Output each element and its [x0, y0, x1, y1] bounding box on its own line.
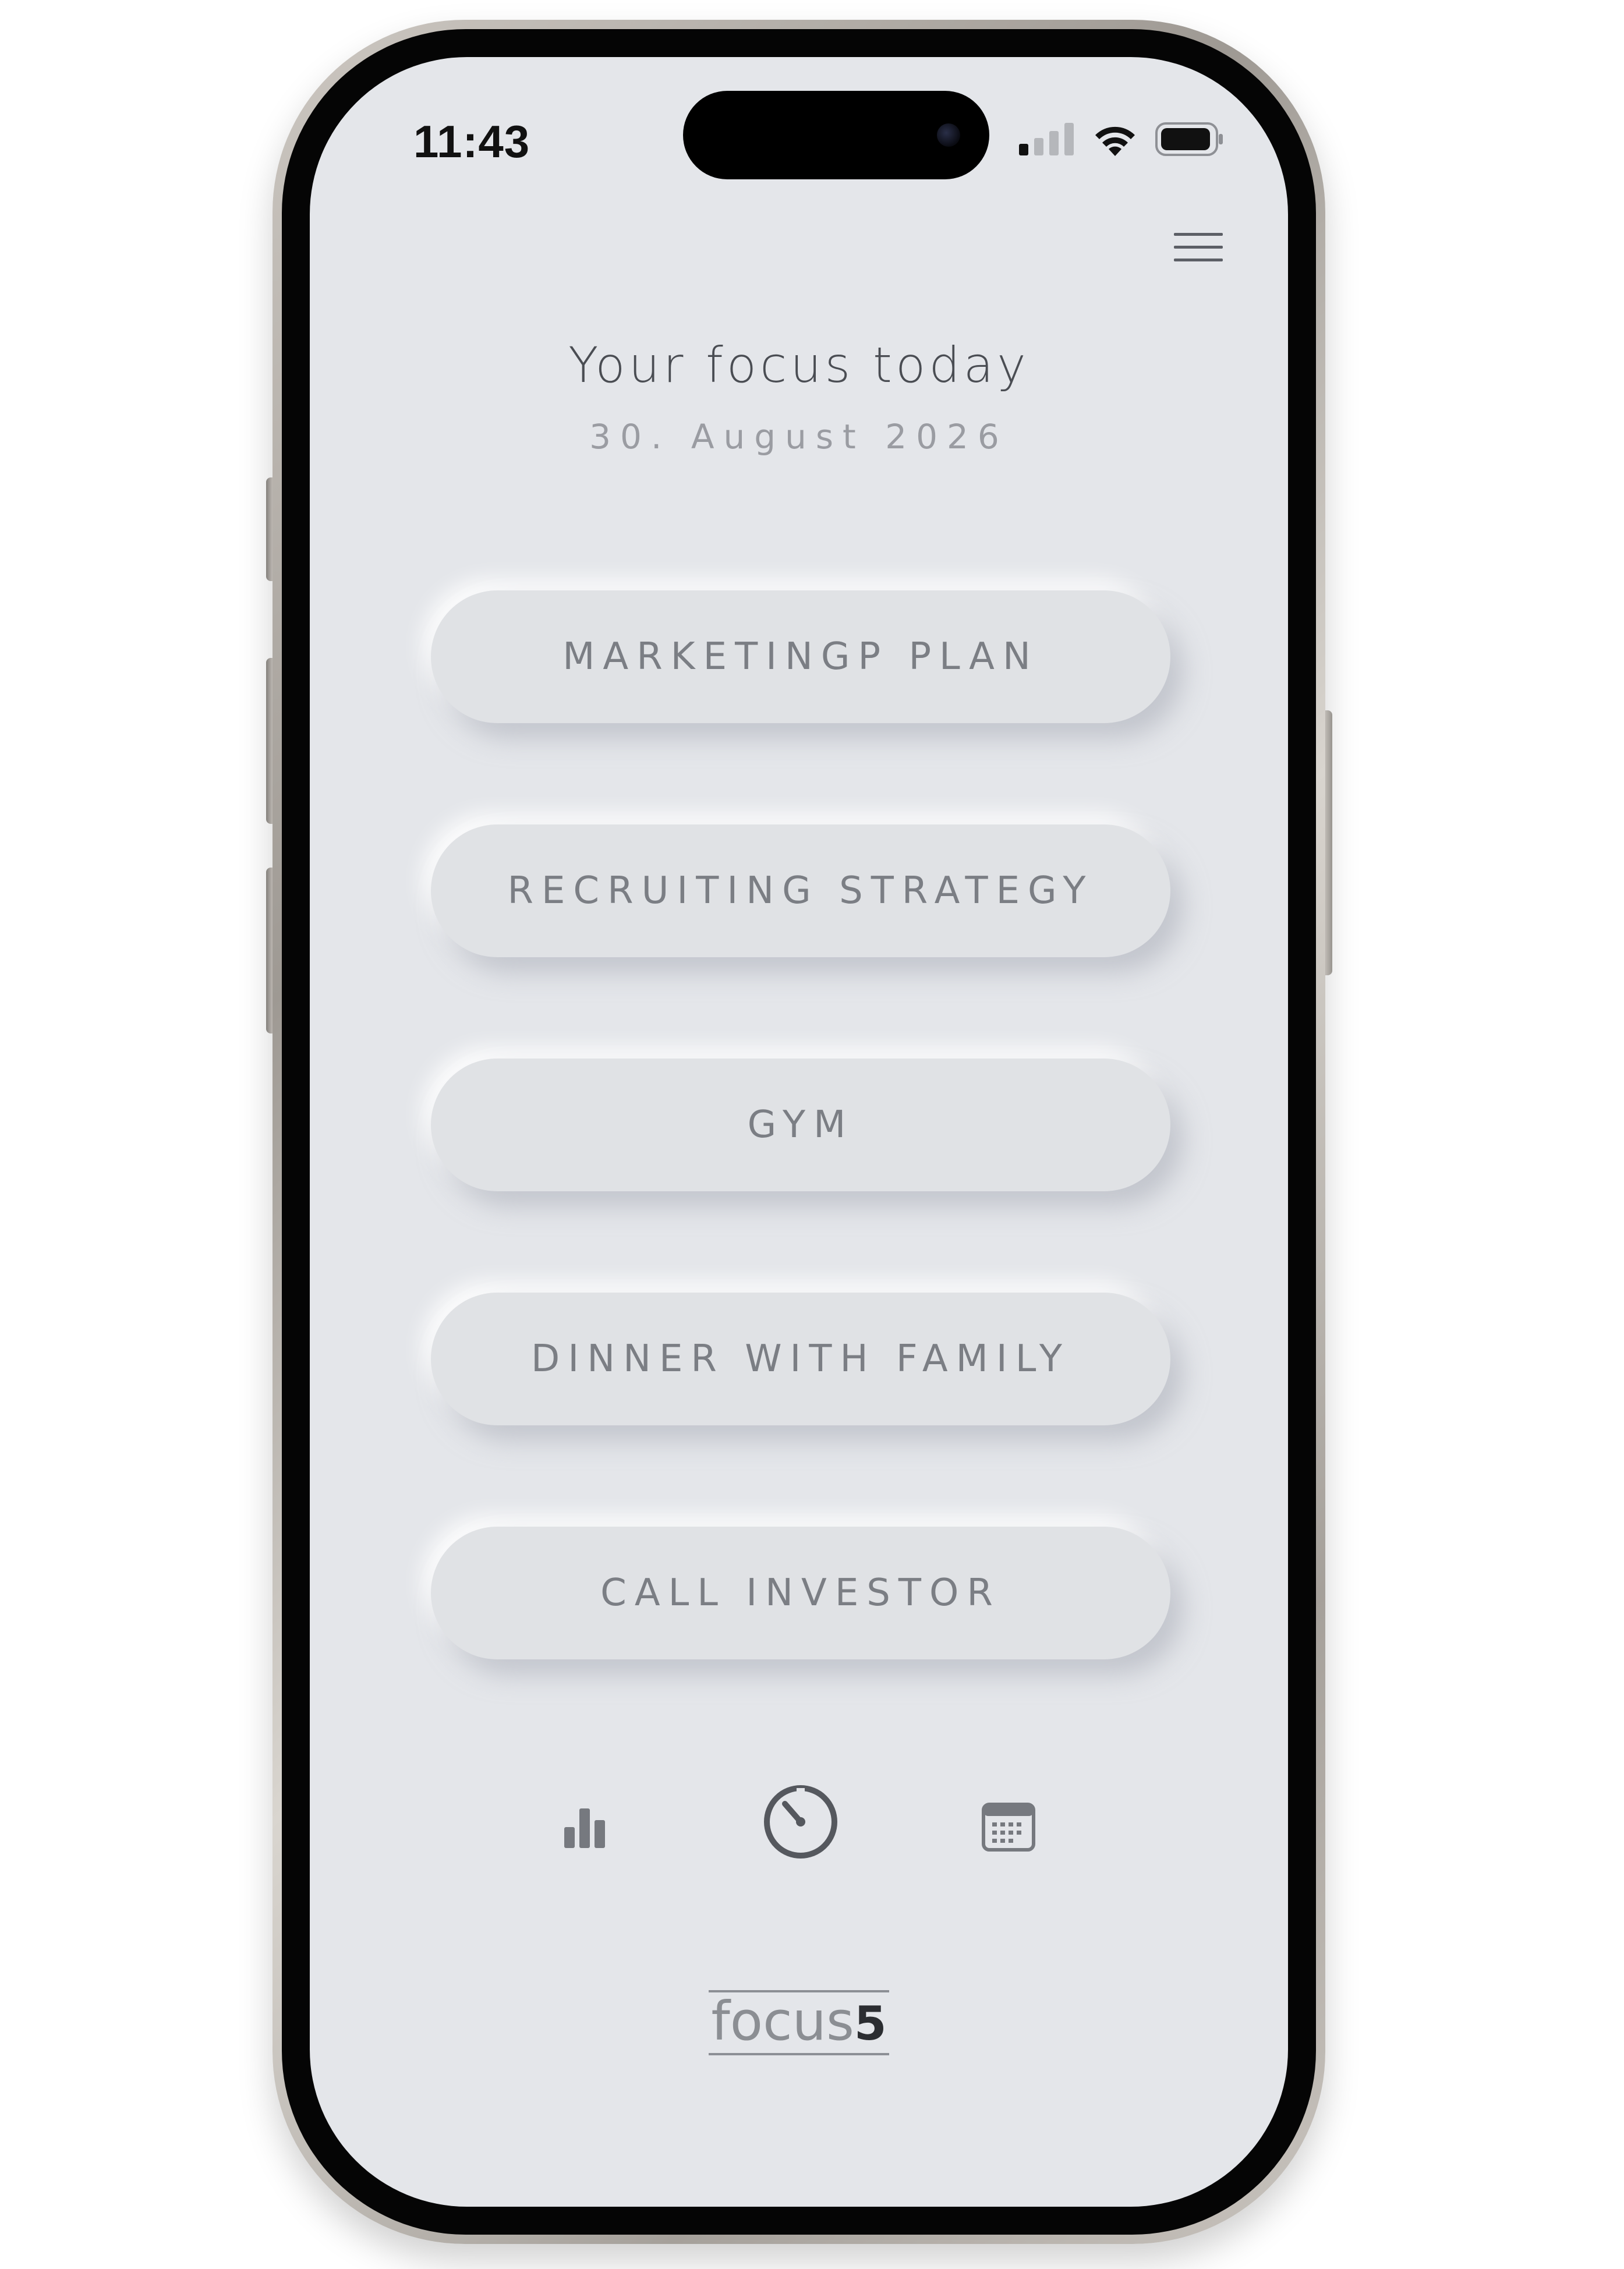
focus-item-label: DINNER WITH FAMILY	[531, 1337, 1070, 1380]
focus-item-5[interactable]: CALL INVESTOR	[431, 1527, 1170, 1659]
signal-icon	[1019, 123, 1074, 155]
focus-item-label: MARKETINGP PLAN	[562, 635, 1039, 678]
bar-chart-icon[interactable]	[562, 1804, 608, 1850]
wifi-icon	[1095, 126, 1135, 156]
logo-frame: focus5	[709, 1990, 889, 2055]
focus-item-label: RECRUITING STRATEGY	[507, 869, 1094, 912]
app-screen: 11:43 Your focus today 30. August 2026 M…	[310, 57, 1288, 2207]
logo-number: 5	[854, 1997, 887, 2051]
status-time: 11:43	[413, 116, 530, 167]
page-date: 30. August 2026	[589, 417, 1009, 456]
focus-item-label: CALL INVESTOR	[600, 1571, 1001, 1615]
front-camera	[937, 123, 960, 147]
calendar-icon[interactable]	[982, 1803, 1035, 1852]
focus-item-2[interactable]: RECRUITING STRATEGY	[431, 824, 1170, 957]
focus-item-3[interactable]: GYM	[431, 1059, 1170, 1191]
device-mockup: 11:43 Your focus today 30. August 2026 M…	[0, 0, 1624, 2269]
battery-icon	[1155, 122, 1223, 156]
dynamic-island	[683, 91, 989, 179]
focus-item-label: GYM	[747, 1103, 854, 1146]
focus-item-1[interactable]: MARKETINGP PLAN	[431, 590, 1170, 723]
hamburger-menu-icon[interactable]	[1174, 233, 1223, 268]
status-icons	[1019, 122, 1224, 156]
logo-word: focus	[711, 1990, 854, 2052]
focus-item-4[interactable]: DINNER WITH FAMILY	[431, 1293, 1170, 1425]
timer-icon[interactable]	[760, 1782, 841, 1862]
app-logo: focus5	[310, 1990, 1288, 2055]
page-title: Your focus today	[568, 337, 1029, 394]
phone-frame: 11:43 Your focus today 30. August 2026 M…	[273, 20, 1325, 2244]
